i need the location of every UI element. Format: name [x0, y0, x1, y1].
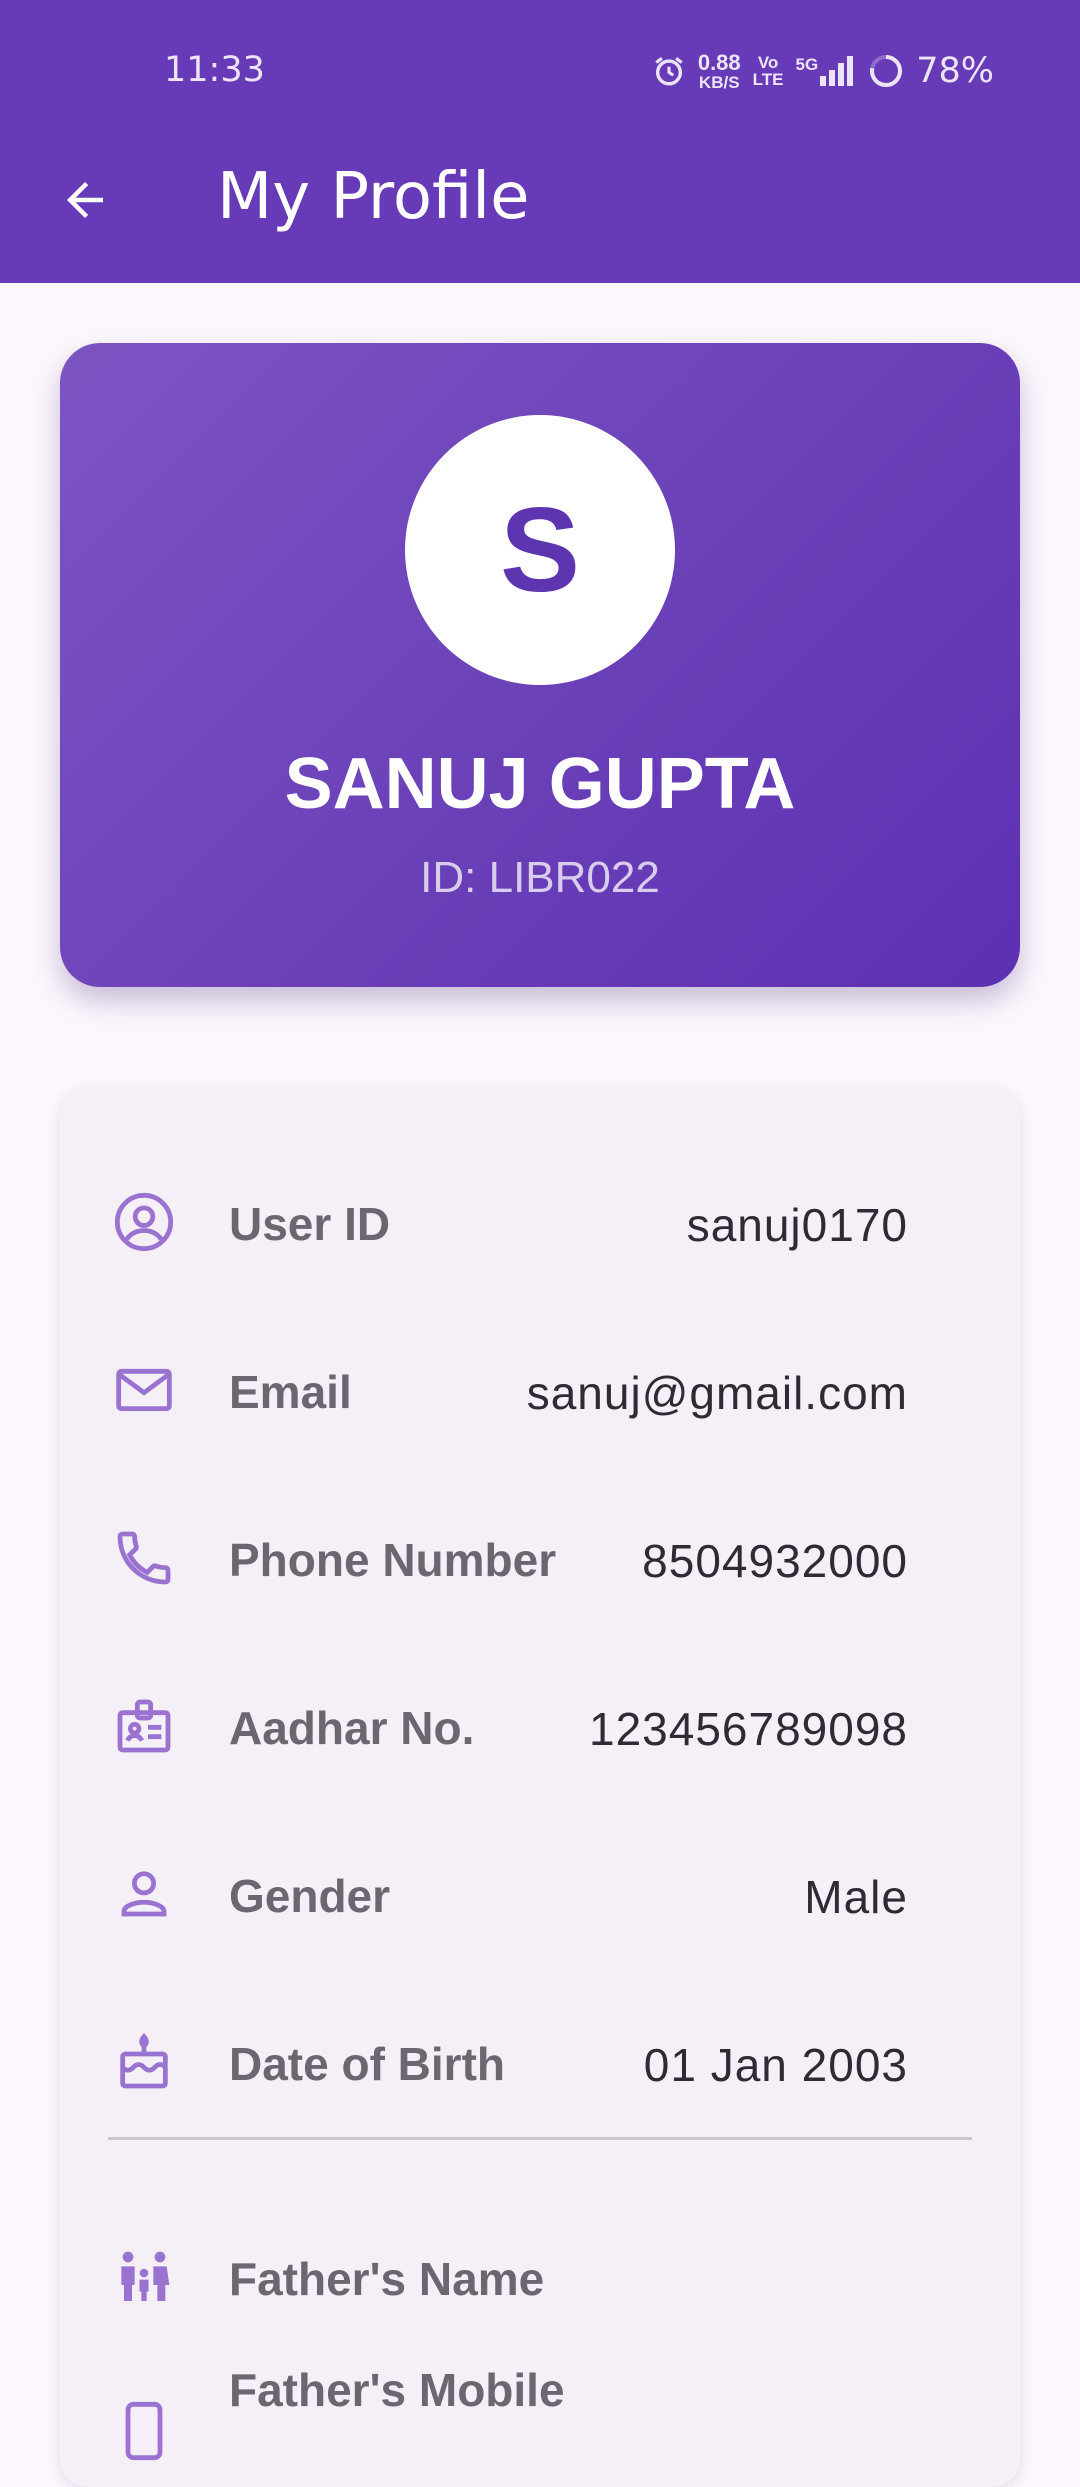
alarm-icon — [655, 57, 683, 86]
family-icon — [110, 2243, 178, 2311]
status-time: 11:33 — [164, 50, 265, 90]
signal-indicator: 5G — [796, 56, 857, 86]
detail-row-email: Email sanuj@gmail.com — [60, 1335, 1020, 1445]
detail-row-aadhar: Aadhar No. 123456789098 — [60, 1671, 1020, 1781]
signal-icon — [820, 56, 854, 86]
person-icon — [110, 1860, 178, 1928]
badge-icon — [110, 1692, 178, 1760]
back-button[interactable] — [50, 165, 120, 235]
profile-header-card: S SANUJ GUPTA ID: LIBR022 — [60, 343, 1020, 987]
page-title: My Profile — [217, 160, 530, 234]
section-divider — [108, 2137, 972, 2140]
details-card: User ID sanuj0170 Email sanuj@gmail.com … — [60, 1087, 1020, 2487]
cake-icon — [110, 2028, 178, 2096]
detail-row-phone: Phone Number 8504932000 — [60, 1503, 1020, 1613]
phone-icon — [110, 2397, 178, 2465]
email-icon — [110, 1356, 178, 1424]
status-icons: 0.88 KB/S Vo LTE 5G 78% — [652, 48, 994, 94]
net-speed: 0.88 KB/S — [697, 49, 741, 92]
account-circle-icon — [110, 1188, 178, 1256]
profile-id: ID: LIBR022 — [420, 853, 660, 902]
volte-indicator: Vo LTE — [752, 53, 784, 89]
detail-row-father-name: Father's Name — [60, 2222, 1020, 2332]
arrow-back-icon — [67, 182, 103, 218]
battery-level: 78% — [916, 51, 994, 91]
detail-row-father-mobile: Father's Mobile — [60, 2357, 1020, 2467]
app-bar: 11:33 0.88 KB/S Vo LTE 5G 78% My Profile — [0, 0, 1080, 283]
profile-name: SANUJ GUPTA — [284, 744, 796, 824]
detail-row-gender: Gender Male — [60, 1839, 1020, 1949]
detail-row-dob: Date of Birth 01 Jan 2003 — [60, 2007, 1020, 2117]
avatar: S — [405, 415, 675, 685]
battery-ring-icon — [870, 55, 903, 87]
detail-row-user-id: User ID sanuj0170 — [60, 1167, 1020, 1277]
phone-icon — [110, 1524, 178, 1592]
